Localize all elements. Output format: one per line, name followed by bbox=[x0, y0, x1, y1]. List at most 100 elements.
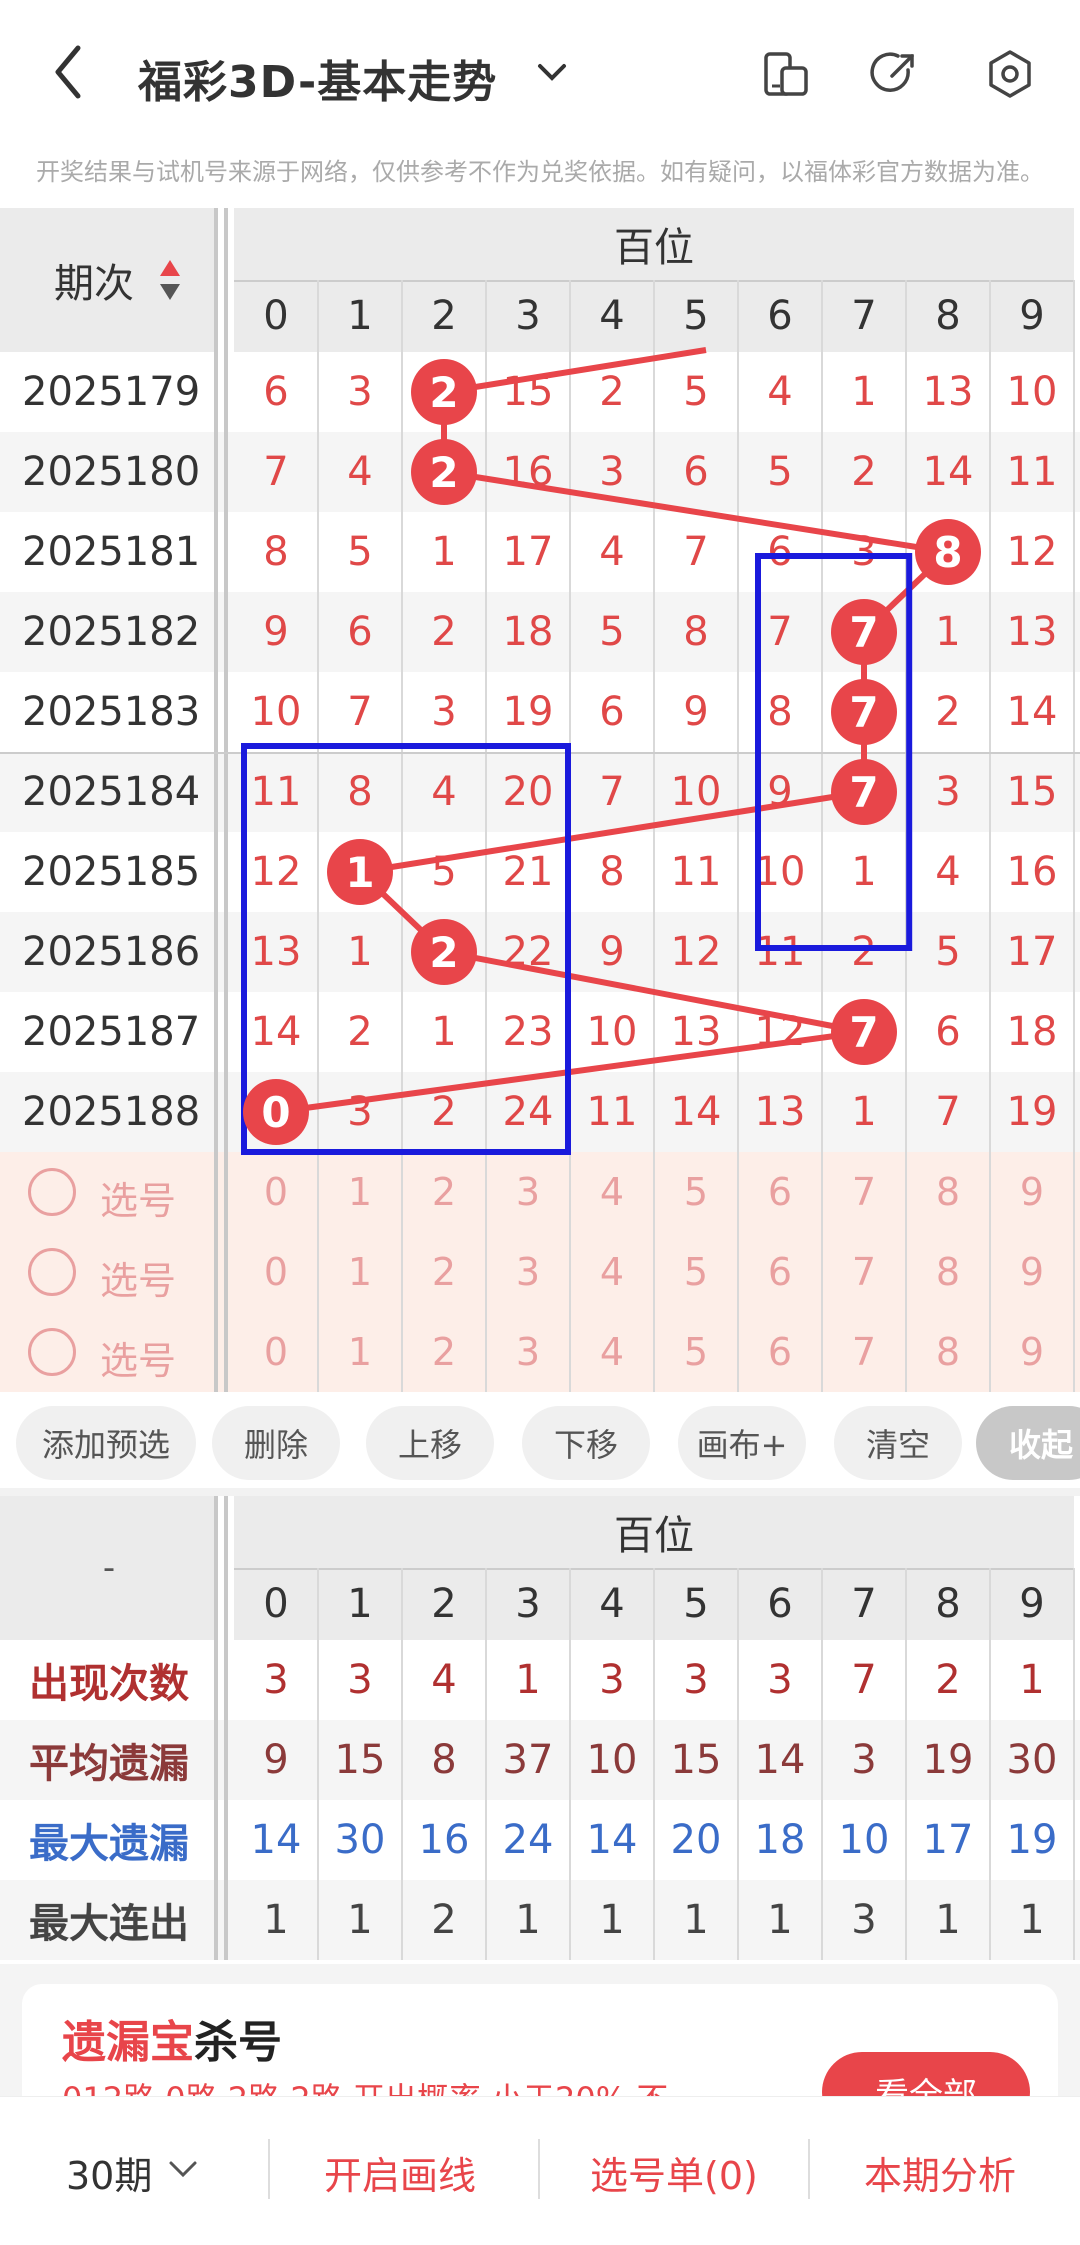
column-divider bbox=[653, 1568, 655, 1960]
stats-value: 19 bbox=[1006, 1817, 1058, 1863]
stats-value: 1 bbox=[347, 1897, 373, 1943]
column-divider bbox=[989, 1568, 991, 1960]
trend-segment bbox=[443, 347, 707, 395]
hit-ball: 8 bbox=[915, 519, 981, 585]
stats-digit-header: 3 bbox=[515, 1581, 541, 1627]
column-divider bbox=[905, 1568, 907, 1960]
stats-digit-header: 0 bbox=[263, 1581, 289, 1627]
stats-value: 14 bbox=[586, 1817, 638, 1863]
column-divider bbox=[821, 1568, 823, 1960]
stats-value: 1 bbox=[599, 1897, 625, 1943]
stats-value: 16 bbox=[418, 1817, 470, 1863]
trend-segment bbox=[359, 789, 865, 875]
stats-value: 3 bbox=[767, 1657, 793, 1703]
divider bbox=[808, 2139, 810, 2199]
hit-ball: 7 bbox=[831, 599, 897, 665]
stats-value: 3 bbox=[683, 1657, 709, 1703]
share-icon[interactable] bbox=[868, 48, 920, 100]
toolbar-button[interactable]: 删除 bbox=[212, 1406, 340, 1480]
divider bbox=[538, 2139, 540, 2199]
stats-value: 14 bbox=[250, 1817, 302, 1863]
header: 福彩3D-基本走势 bbox=[0, 0, 1080, 140]
stats-value: 14 bbox=[754, 1737, 806, 1783]
disclaimer-text: 开奖结果与试机号来源于网络，仅供参考不作为兑奖依据。如有疑问，以福体彩官方数据为… bbox=[36, 158, 1044, 186]
trend-segment bbox=[443, 949, 865, 1035]
stats-value: 2 bbox=[935, 1657, 961, 1703]
stats-value: 3 bbox=[851, 1737, 877, 1783]
stats-value: 30 bbox=[334, 1817, 386, 1863]
stats-value: 1 bbox=[515, 1897, 541, 1943]
stats-value: 2 bbox=[431, 1897, 457, 1943]
hit-ball: 7 bbox=[831, 999, 897, 1065]
stats-value: 1 bbox=[515, 1657, 541, 1703]
stats-value: 37 bbox=[502, 1737, 554, 1783]
stats-value: 19 bbox=[922, 1737, 974, 1783]
stats-value: 3 bbox=[263, 1657, 289, 1703]
hit-ball: 0 bbox=[243, 1079, 309, 1145]
section-gap bbox=[0, 1488, 1080, 1496]
chevron-down-icon[interactable] bbox=[534, 58, 570, 86]
stats-digit-header: 9 bbox=[1019, 1581, 1045, 1627]
stats-value: 4 bbox=[431, 1657, 457, 1703]
column-divider bbox=[485, 1568, 487, 1960]
stats-value: 9 bbox=[263, 1737, 289, 1783]
toolbar-button[interactable]: 添加预选 bbox=[16, 1406, 196, 1480]
hit-ball: 7 bbox=[831, 679, 897, 745]
stats-group-header: 百位 bbox=[614, 1513, 694, 1559]
trend-segment bbox=[443, 469, 949, 555]
stats-row-label: 出现次数 bbox=[29, 1661, 189, 1707]
stats-value: 10 bbox=[838, 1817, 890, 1863]
page-title[interactable]: 福彩3D-基本走势 bbox=[138, 46, 497, 110]
promo-title: 遗漏宝杀号 bbox=[62, 2006, 282, 2070]
stats-value: 24 bbox=[502, 1817, 554, 1863]
stats-value: 3 bbox=[851, 1897, 877, 1943]
hit-ball: 1 bbox=[327, 839, 393, 905]
stats-value: 1 bbox=[1019, 1657, 1045, 1703]
stats-value: 3 bbox=[599, 1657, 625, 1703]
column-divider bbox=[401, 1568, 403, 1960]
stats-value: 20 bbox=[670, 1817, 722, 1863]
bottom-bar: 30期 开启画线 选号单(0) 本期分析 bbox=[0, 2096, 1080, 2245]
toolbar-button[interactable]: 下移 bbox=[522, 1406, 650, 1480]
stats-digit-header: 8 bbox=[935, 1581, 961, 1627]
column-divider bbox=[317, 1568, 319, 1960]
stats-value: 15 bbox=[670, 1737, 722, 1783]
divider bbox=[268, 2139, 270, 2199]
stats-value: 17 bbox=[922, 1817, 974, 1863]
phone-rotate-icon[interactable] bbox=[760, 48, 812, 100]
stats-table: - 百位 0 1 2 3 4 5 6 7 8 9 出现次数 3 3 4 1 3 3 3 7 2 1 平均遗漏 9 15 8 37 10 1… bbox=[0, 1496, 1080, 1960]
trend-line bbox=[241, 347, 951, 1155]
draw-line-button[interactable]: 开启画线 bbox=[324, 2145, 476, 2200]
trend-table: 期次 百位 0 1 2 3 4 5 6 7 8 9 2025179 6 3 15 2 5 4 1 13 10 2025180… bbox=[0, 208, 1080, 1392]
collapse-button[interactable]: 收起 bbox=[976, 1406, 1080, 1480]
corner-label: - bbox=[102, 1548, 116, 1588]
stats-value: 1 bbox=[767, 1897, 793, 1943]
stats-digit-header: 7 bbox=[851, 1581, 877, 1627]
pick-list-button[interactable]: 选号单(0) bbox=[590, 2145, 758, 2200]
toolbar-button[interactable]: 上移 bbox=[366, 1406, 494, 1480]
hit-ball: 2 bbox=[411, 919, 477, 985]
stats-value: 10 bbox=[586, 1737, 638, 1783]
back-arrow-icon[interactable] bbox=[48, 40, 92, 104]
column-divider bbox=[737, 1568, 739, 1960]
stats-value: 30 bbox=[1006, 1737, 1058, 1783]
stats-row-label: 最大连出 bbox=[29, 1901, 189, 1947]
stats-value: 18 bbox=[754, 1817, 806, 1863]
stats-row-label: 平均遗漏 bbox=[29, 1741, 189, 1787]
settings-icon[interactable] bbox=[984, 48, 1036, 100]
toolbar-button[interactable]: 画布+ bbox=[678, 1406, 806, 1480]
stats-value: 1 bbox=[263, 1897, 289, 1943]
stats-value: 1 bbox=[683, 1897, 709, 1943]
period-select[interactable]: 30期 bbox=[66, 2145, 152, 2200]
stats-value: 15 bbox=[334, 1737, 386, 1783]
stats-digit-header: 4 bbox=[599, 1581, 625, 1627]
toolbar-button[interactable]: 清空 bbox=[834, 1406, 962, 1480]
left-divider bbox=[214, 1496, 218, 1960]
stats-digit-header: 5 bbox=[683, 1581, 709, 1627]
stats-digit-header: 6 bbox=[767, 1581, 793, 1627]
stats-row-label: 最大遗漏 bbox=[29, 1821, 189, 1867]
stats-value: 7 bbox=[851, 1657, 877, 1703]
chevron-down-icon[interactable] bbox=[166, 2157, 200, 2183]
hit-ball: 2 bbox=[411, 359, 477, 425]
analysis-button[interactable]: 本期分析 bbox=[864, 2145, 1016, 2200]
